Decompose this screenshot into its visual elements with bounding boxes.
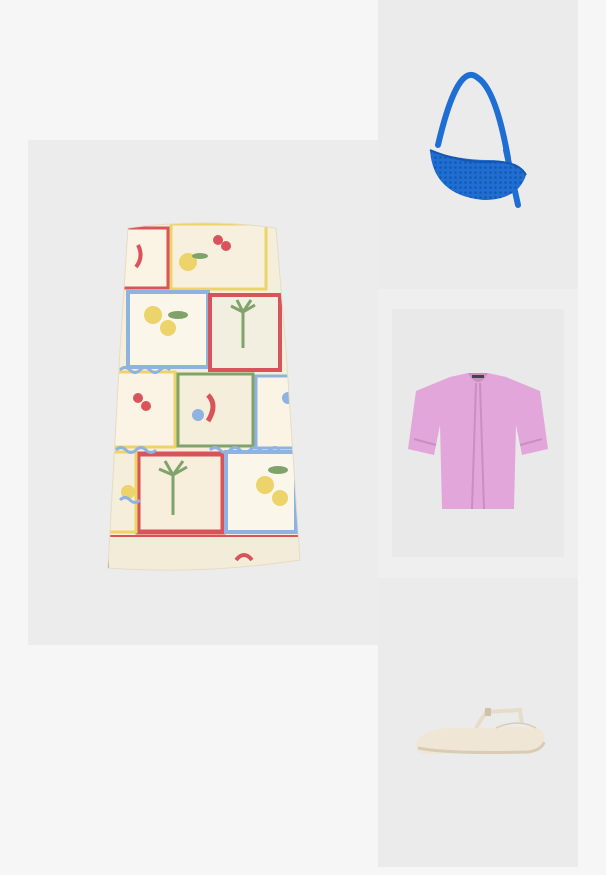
cardigan-image-frame: [392, 309, 564, 557]
cream-mary-jane-flats-image: [416, 707, 546, 754]
bag-product-tile[interactable]: [378, 0, 578, 289]
printed-strapless-mini-dress-image: [107, 222, 301, 571]
cardigan-product-tile[interactable]: [378, 289, 578, 578]
pink-short-sleeve-cardigan-image: [408, 373, 548, 510]
shoes-product-tile[interactable]: [378, 578, 578, 867]
blue-mesh-shoulder-bag-image: [429, 71, 527, 208]
dress-product-tile[interactable]: [28, 140, 378, 645]
